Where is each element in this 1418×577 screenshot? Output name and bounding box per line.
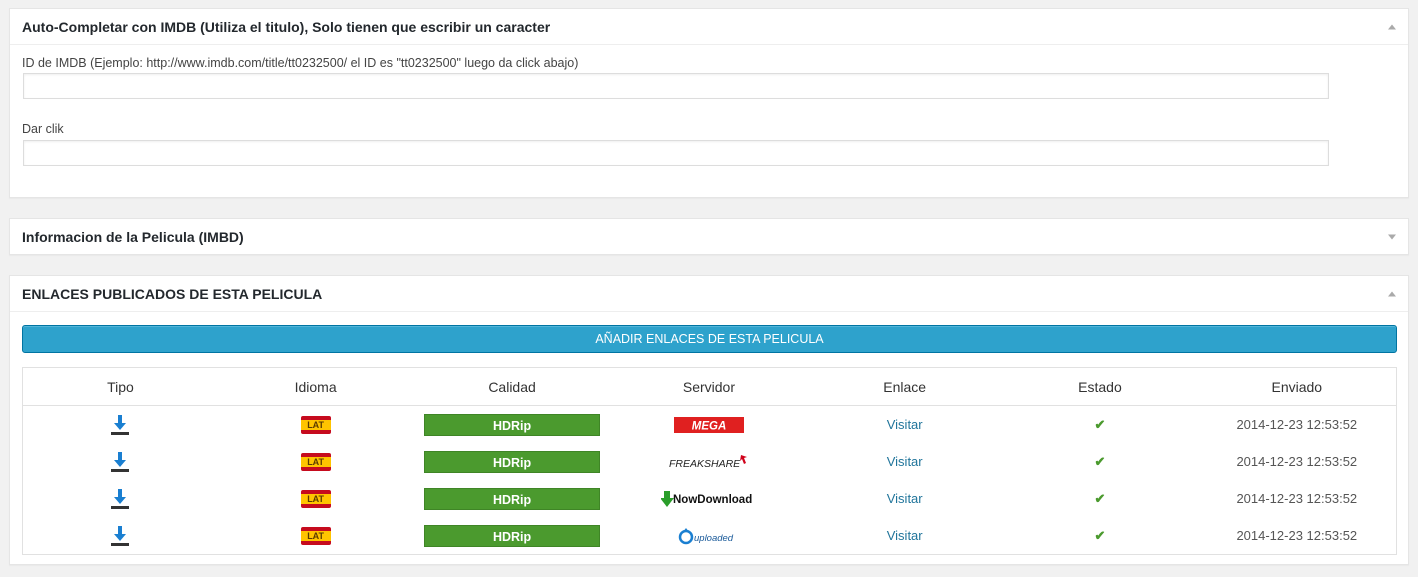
download-icon: [111, 451, 130, 472]
language-flag-lat: LAT: [300, 415, 331, 434]
sent-date: 2014-12-23 12:53:52: [1236, 491, 1358, 506]
language-flag-lat: LAT: [300, 489, 331, 508]
add-links-button[interactable]: AÑADIR ENLACES DE ESTA PELICULA: [22, 325, 1397, 353]
published-links-panel: ENLACES PUBLICADOS DE ESTA PELICULA AÑAD…: [9, 275, 1409, 565]
table-row: LAT HDRip NowDownload Visitar ✔ 2014-12-…: [23, 480, 1397, 517]
collapse-arrow-icon[interactable]: [1388, 291, 1396, 296]
check-icon: ✔: [1094, 490, 1106, 506]
quality-badge: HDRip: [424, 487, 601, 510]
server-name: MEGA: [692, 420, 727, 432]
quality-badge: HDRip: [424, 524, 601, 547]
movie-info-panel-header[interactable]: Informacion de la Pelicula (IMBD): [10, 219, 1408, 254]
table-row: LAT HDRip MEGA Visitar ✔ 2014-12-23 12:5…: [23, 406, 1397, 444]
quality-badge: HDRip: [424, 450, 601, 473]
column-header-estado: Estado: [1002, 367, 1198, 406]
uploaded-logo: uploaded: [678, 527, 734, 544]
column-header-tipo: Tipo: [22, 367, 218, 406]
language-flag-lat: LAT: [300, 526, 331, 545]
imdb-panel-title: Auto-Completar con IMDB (Utiliza el titu…: [22, 18, 551, 35]
server-name: NowDownload: [673, 494, 752, 506]
links-panel-title: ENLACES PUBLICADOS DE ESTA PELICULA: [22, 285, 323, 302]
check-icon: ✔: [1094, 527, 1106, 543]
sent-date: 2014-12-23 12:53:52: [1236, 528, 1358, 543]
visit-link[interactable]: Visitar: [887, 417, 923, 432]
visit-link[interactable]: Visitar: [887, 528, 923, 543]
dar-clik-label: Dar clik: [22, 122, 64, 136]
collapse-arrow-icon[interactable]: [1388, 24, 1396, 29]
quality-badge: HDRip: [424, 413, 601, 436]
server-name: uploaded: [694, 533, 734, 544]
language-flag-lat: LAT: [300, 452, 331, 471]
column-header-enviado: Enviado: [1197, 367, 1397, 406]
table-row: LAT HDRip FREAKSHARE Visitar ✔ 2014-12-2…: [23, 443, 1397, 480]
imdb-id-label: ID de IMDB (Ejemplo: http://www.imdb.com…: [22, 56, 579, 70]
visit-link[interactable]: Visitar: [887, 491, 923, 506]
expand-arrow-icon[interactable]: [1388, 234, 1396, 239]
download-icon: [111, 525, 130, 546]
links-panel-header[interactable]: ENLACES PUBLICADOS DE ESTA PELICULA: [10, 276, 1408, 312]
imdb-autocomplete-panel: Auto-Completar con IMDB (Utiliza el titu…: [9, 8, 1409, 198]
mega-logo: MEGA: [673, 416, 744, 433]
movie-info-panel: Informacion de la Pelicula (IMBD): [9, 218, 1409, 255]
download-icon: [111, 488, 130, 509]
column-header-servidor: Servidor: [610, 367, 808, 406]
check-icon: ✔: [1094, 416, 1106, 432]
imdb-id-input[interactable]: [23, 73, 1329, 99]
column-header-idioma: Idioma: [217, 367, 414, 406]
movie-info-panel-title: Informacion de la Pelicula (IMBD): [22, 228, 244, 245]
links-table: Tipo Idioma Calidad Servidor Enlace Esta…: [22, 367, 1397, 555]
visit-link[interactable]: Visitar: [887, 454, 923, 469]
nowdownload-logo: NowDownload: [660, 490, 752, 507]
server-name: FREAKSHARE: [669, 458, 741, 470]
column-header-calidad: Calidad: [413, 367, 611, 406]
column-header-enlace: Enlace: [807, 367, 1003, 406]
table-row: LAT HDRip uploaded Visitar ✔ 2014-12-23 …: [23, 517, 1397, 555]
check-icon: ✔: [1094, 453, 1106, 469]
imdb-panel-header[interactable]: Auto-Completar con IMDB (Utiliza el titu…: [10, 9, 1408, 45]
freakshare-logo: FREAKSHARE: [669, 454, 747, 470]
sent-date: 2014-12-23 12:53:52: [1236, 417, 1358, 432]
dar-clik-input[interactable]: [23, 140, 1329, 166]
table-header-row: Tipo Idioma Calidad Servidor Enlace Esta…: [22, 367, 1397, 406]
download-icon: [111, 414, 130, 435]
sent-date: 2014-12-23 12:53:52: [1236, 454, 1358, 469]
